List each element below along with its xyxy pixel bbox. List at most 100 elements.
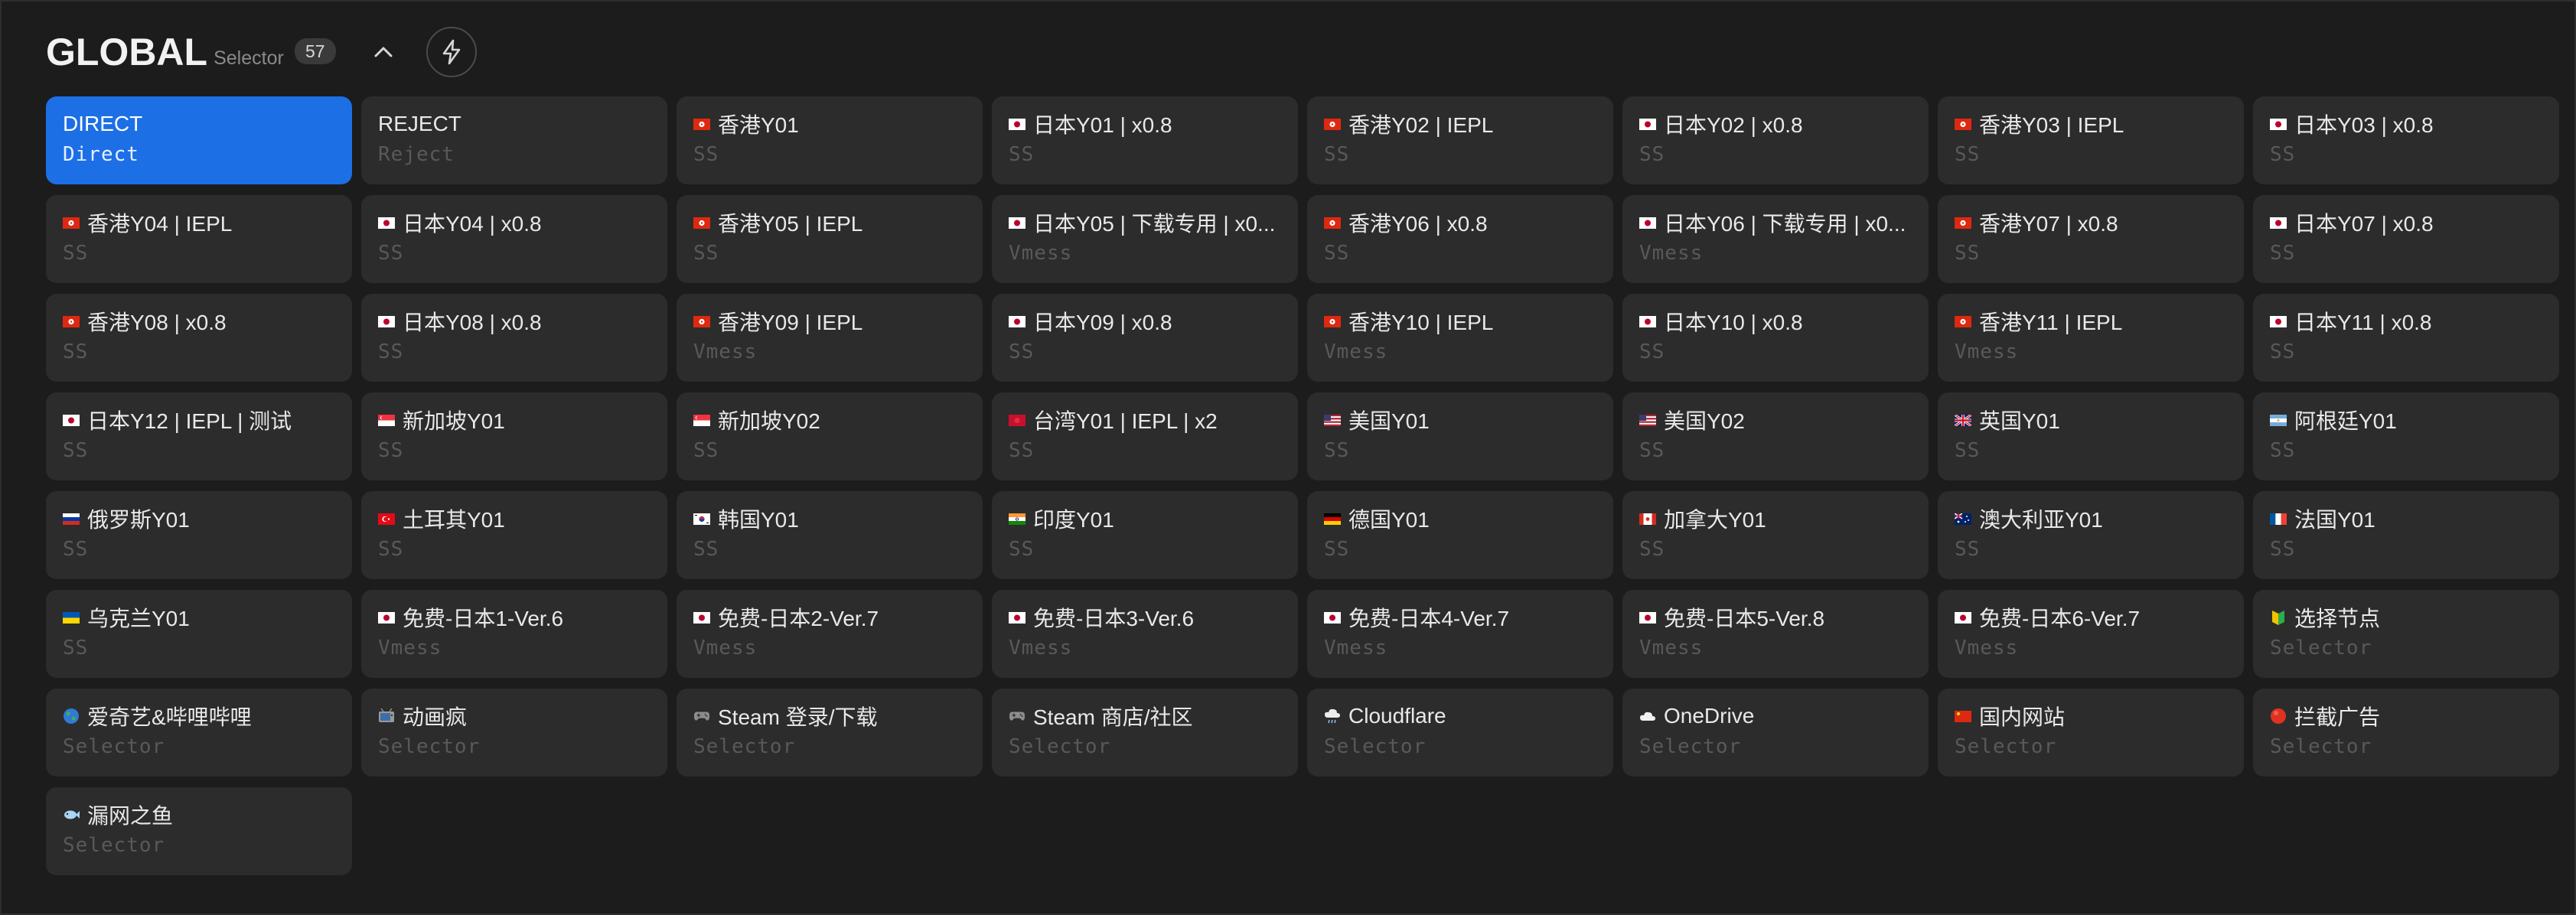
proxy-card[interactable]: 香港Y09 | IEPL Vmess: [677, 294, 983, 382]
hk-flag-icon: [1955, 118, 1971, 130]
proxy-type: Vmess: [1009, 242, 1073, 265]
proxy-card[interactable]: 俄罗斯Y01 SS: [46, 491, 352, 579]
proxy-card[interactable]: 澳大利亚Y01 SS: [1938, 491, 2244, 579]
proxy-card[interactable]: 日本Y02 | x0.8 SS: [1622, 96, 1929, 184]
proxy-type: SS: [1009, 439, 1035, 462]
proxy-card[interactable]: Steam 登录/下载 Selector: [677, 689, 983, 777]
proxy-name-row: 俄罗斯Y01: [63, 504, 335, 533]
proxy-type: Selector: [693, 735, 796, 758]
proxy-type: Vmess: [1324, 340, 1388, 363]
proxy-card[interactable]: 日本Y12 | IEPL | 测试 SS: [46, 392, 352, 480]
proxy-card[interactable]: 日本Y06 | 下载专用 | x0... Vmess: [1622, 195, 1929, 283]
proxy-name: 法国Y01: [2294, 508, 2375, 532]
proxy-card[interactable]: 日本Y05 | 下载专用 | x0... Vmess: [992, 195, 1298, 283]
proxy-card[interactable]: 香港Y04 | IEPL SS: [46, 195, 352, 283]
proxy-name-row: 免费-日本1-Ver.6: [378, 603, 651, 632]
hk-flag-icon: [1324, 217, 1341, 229]
collapse-button[interactable]: [362, 31, 405, 73]
proxy-card[interactable]: 日本Y07 | x0.8 SS: [2253, 195, 2559, 283]
proxy-card[interactable]: 免费-日本1-Ver.6 Vmess: [361, 590, 667, 678]
proxy-card[interactable]: 台湾Y01 | IEPL | x2 SS: [992, 392, 1298, 480]
proxy-card[interactable]: 韩国Y01 SS: [677, 491, 983, 579]
proxy-card[interactable]: 香港Y05 | IEPL SS: [677, 195, 983, 283]
proxy-type: SS: [1955, 538, 1981, 561]
proxy-card[interactable]: REJECT Reject: [361, 96, 667, 184]
tw-flag-icon: [1009, 414, 1026, 426]
proxy-name: 俄罗斯Y01: [87, 508, 190, 532]
proxy-card[interactable]: 爱奇艺&哔哩哔哩 Selector: [46, 689, 352, 777]
proxy-name-row: OneDrive: [1639, 702, 1912, 731]
proxy-card[interactable]: 印度Y01 SS: [992, 491, 1298, 579]
proxy-card[interactable]: 日本Y08 | x0.8 SS: [361, 294, 667, 382]
proxy-type: SS: [693, 143, 719, 166]
proxy-type: SS: [1009, 538, 1035, 561]
proxy-card[interactable]: 法国Y01 SS: [2253, 491, 2559, 579]
proxy-card[interactable]: 英国Y01 SS: [1938, 392, 2244, 480]
proxy-card[interactable]: 日本Y09 | x0.8 SS: [992, 294, 1298, 382]
proxy-name: 香港Y07 | x0.8: [1979, 212, 2118, 236]
proxy-name: Steam 登录/下载: [718, 705, 878, 729]
proxy-card[interactable]: 免费-日本2-Ver.7 Vmess: [677, 590, 983, 678]
proxy-card[interactable]: 免费-日本3-Ver.6 Vmess: [992, 590, 1298, 678]
sg-flag-icon: [378, 414, 395, 426]
proxy-name: 台湾Y01 | IEPL | x2: [1033, 409, 1218, 433]
proxy-card[interactable]: 加拿大Y01 SS: [1622, 491, 1929, 579]
kr-flag-icon: [693, 513, 710, 525]
proxy-card[interactable]: 新加坡Y02 SS: [677, 392, 983, 480]
jp-flag-icon: [63, 414, 80, 426]
proxy-card[interactable]: 乌克兰Y01 SS: [46, 590, 352, 678]
proxy-card[interactable]: 香港Y01 SS: [677, 96, 983, 184]
proxy-card[interactable]: 免费-日本6-Ver.7 Vmess: [1938, 590, 2244, 678]
proxy-card[interactable]: 香港Y11 | IEPL Vmess: [1938, 294, 2244, 382]
proxy-card[interactable]: Cloudflare Selector: [1307, 689, 1613, 777]
proxy-card[interactable]: 漏网之鱼 Selector: [46, 787, 352, 875]
proxy-type: Direct: [63, 143, 139, 166]
proxy-name-row: 免费-日本6-Ver.7: [1955, 603, 2227, 632]
proxy-card[interactable]: 香港Y03 | IEPL SS: [1938, 96, 2244, 184]
proxy-name: 日本Y01 | x0.8: [1033, 113, 1172, 137]
gamepad-icon: [1009, 710, 1026, 722]
proxy-name: 德国Y01: [1348, 508, 1430, 532]
proxy-type: Selector: [63, 735, 165, 758]
proxy-card[interactable]: 香港Y06 | x0.8 SS: [1307, 195, 1613, 283]
proxy-type: SS: [1639, 439, 1665, 462]
proxy-card[interactable]: 新加坡Y01 SS: [361, 392, 667, 480]
proxy-card[interactable]: 阿根廷Y01 SS: [2253, 392, 2559, 480]
proxy-card[interactable]: 香港Y08 | x0.8 SS: [46, 294, 352, 382]
proxy-card[interactable]: 德国Y01 SS: [1307, 491, 1613, 579]
jp-flag-icon: [378, 611, 395, 624]
proxy-card[interactable]: 香港Y02 | IEPL SS: [1307, 96, 1613, 184]
proxy-card[interactable]: 免费-日本5-Ver.8 Vmess: [1622, 590, 1929, 678]
jp-flag-icon: [2270, 315, 2287, 327]
proxy-card[interactable]: DIRECT Direct: [46, 96, 352, 184]
proxy-grid: DIRECT Direct REJECT Reject 香港Y01 SS 日本Y01 | x…: [46, 96, 2559, 875]
proxy-card[interactable]: 日本Y04 | x0.8 SS: [361, 195, 667, 283]
proxy-card[interactable]: Steam 商店/社区 Selector: [992, 689, 1298, 777]
proxy-card[interactable]: OneDrive Selector: [1622, 689, 1929, 777]
proxy-card[interactable]: 日本Y01 | x0.8 SS: [992, 96, 1298, 184]
jp-flag-icon: [693, 611, 710, 624]
proxy-name-row: 美国Y01: [1324, 405, 1596, 435]
proxy-name: 日本Y03 | x0.8: [2294, 113, 2434, 137]
proxy-card[interactable]: 动画疯 Selector: [361, 689, 667, 777]
proxy-card[interactable]: 香港Y10 | IEPL Vmess: [1307, 294, 1613, 382]
proxy-name: 国内网站: [1979, 705, 2066, 729]
proxy-type: Selector: [1639, 735, 1742, 758]
proxy-card[interactable]: 美国Y02 SS: [1622, 392, 1929, 480]
proxy-card[interactable]: 拦截广告 Selector: [2253, 689, 2559, 777]
proxy-name-row: 香港Y10 | IEPL: [1324, 307, 1596, 336]
ca-flag-icon: [1639, 513, 1656, 525]
tv-icon: [378, 708, 395, 724]
proxy-card[interactable]: 国内网站 Selector: [1938, 689, 2244, 777]
proxy-card[interactable]: 选择节点 Selector: [2253, 590, 2559, 678]
proxy-card[interactable]: 日本Y11 | x0.8 SS: [2253, 294, 2559, 382]
proxy-card[interactable]: 日本Y10 | x0.8 SS: [1622, 294, 1929, 382]
proxy-name-row: 香港Y01: [693, 109, 966, 138]
proxy-card[interactable]: 土耳其Y01 SS: [361, 491, 667, 579]
proxy-card[interactable]: 美国Y01 SS: [1307, 392, 1613, 480]
latency-test-button[interactable]: [426, 27, 477, 77]
proxy-card[interactable]: 日本Y03 | x0.8 SS: [2253, 96, 2559, 184]
proxy-name-row: 新加坡Y01: [378, 405, 651, 435]
proxy-card[interactable]: 香港Y07 | x0.8 SS: [1938, 195, 2244, 283]
proxy-card[interactable]: 免费-日本4-Ver.7 Vmess: [1307, 590, 1613, 678]
